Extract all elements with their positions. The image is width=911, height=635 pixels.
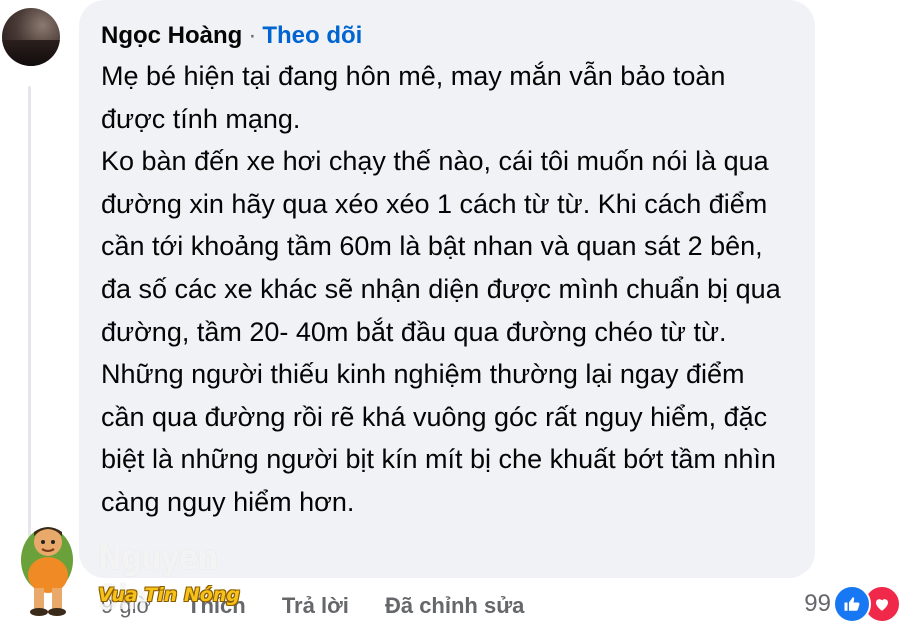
watermark-overlay: Nguyen Sin Vua Tin Nóng — [12, 520, 262, 620]
comment-body: Mẹ bé hiện tại đang hôn mê, may mắn vẫn … — [101, 55, 791, 524]
edited-label: Đã chỉnh sửa — [384, 593, 525, 618]
avatar-photo — [2, 39, 60, 66]
cartoon-mascot-icon — [21, 527, 73, 616]
separator-dot: · — [248, 22, 257, 49]
comment-paragraph: Ko bàn đến xe hơi chạy thế nào, cái tôi … — [101, 146, 781, 517]
comment-header: Ngọc Hoàng · Theo dõi — [101, 20, 362, 52]
watermark-text: Nguyen Sin — [98, 538, 218, 618]
comment-paragraph: Mẹ bé hiện tại đang hôn mê, may mắn vẫn … — [101, 61, 726, 134]
like-icon — [833, 585, 871, 623]
follow-button[interactable]: Theo dõi — [262, 22, 362, 49]
author-name[interactable]: Ngọc Hoàng — [101, 22, 242, 49]
author-avatar[interactable] — [2, 8, 60, 66]
reaction-summary[interactable]: 99 — [804, 585, 901, 623]
reply-button[interactable]: Trả lời — [282, 593, 349, 618]
watermark-brand: Vua Tin Nóng — [98, 584, 240, 606]
thread-connector-line — [28, 86, 31, 566]
reaction-count: 99 — [804, 590, 831, 617]
